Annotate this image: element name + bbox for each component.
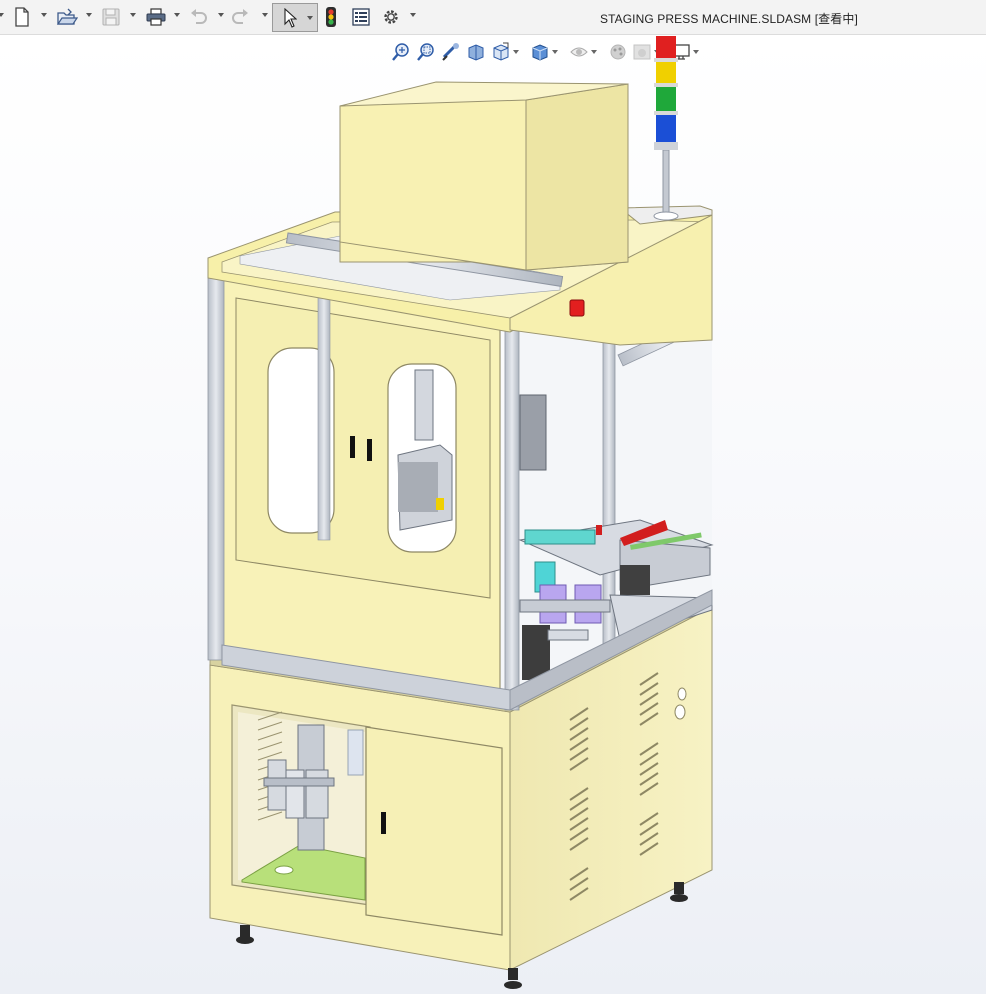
solidworks-window: STAGING PRESS MACHINE.SLDASM [查看中] [0, 0, 986, 994]
signal-tower [653, 36, 679, 221]
staging-press-machine-model[interactable] [0, 0, 986, 994]
upper-cover-box [339, 81, 629, 271]
upper-cabinet [207, 205, 714, 711]
